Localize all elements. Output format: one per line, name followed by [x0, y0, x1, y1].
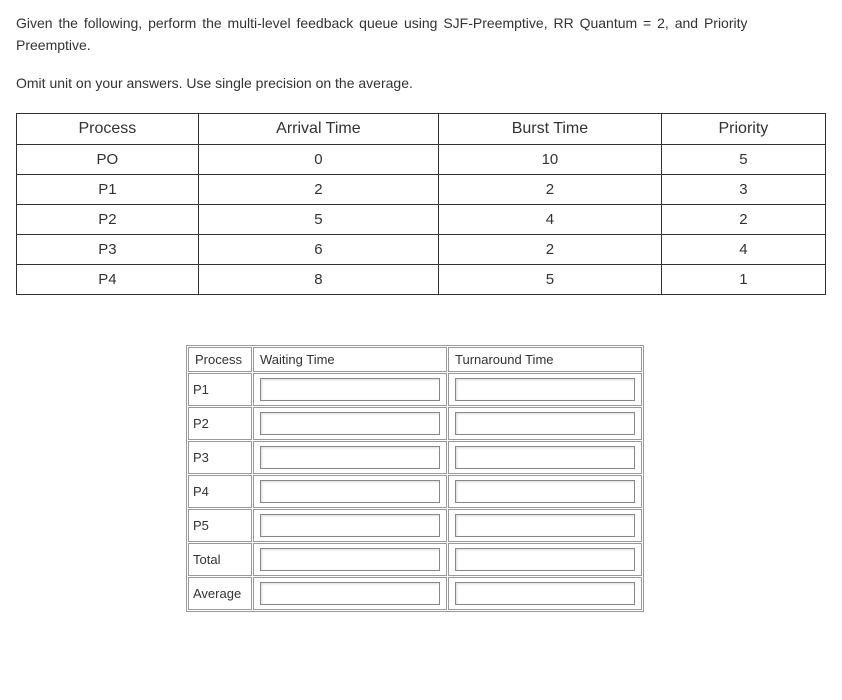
total-waiting-input[interactable] [260, 548, 440, 571]
header-arrival: Arrival Time [198, 113, 438, 144]
table-row: P2 5 4 2 [17, 204, 826, 234]
answer-label: P3 [188, 441, 252, 474]
table-row: P3 6 2 4 [17, 234, 826, 264]
p5-waiting-input[interactable] [260, 514, 440, 537]
cell-arrival: 2 [198, 174, 438, 204]
table-row: PO 0 10 5 [17, 144, 826, 174]
cell-burst: 10 [439, 144, 662, 174]
p1-turnaround-input[interactable] [455, 378, 635, 401]
cell-process: PO [17, 144, 199, 174]
answer-row: P3 [188, 441, 642, 474]
p3-waiting-input[interactable] [260, 446, 440, 469]
average-waiting-input[interactable] [260, 582, 440, 605]
cell-arrival: 8 [198, 264, 438, 294]
p5-turnaround-input[interactable] [455, 514, 635, 537]
cell-burst: 4 [439, 204, 662, 234]
answer-label: Average [188, 577, 252, 610]
answer-label: P5 [188, 509, 252, 542]
cell-arrival: 6 [198, 234, 438, 264]
answer-table: Process Waiting Time Turnaround Time P1 … [186, 345, 644, 612]
cell-priority: 1 [661, 264, 825, 294]
cell-process: P1 [17, 174, 199, 204]
cell-process: P4 [17, 264, 199, 294]
cell-priority: 2 [661, 204, 825, 234]
answer-header-waiting: Waiting Time [253, 347, 447, 372]
p4-waiting-input[interactable] [260, 480, 440, 503]
process-data-table: Process Arrival Time Burst Time Priority… [16, 113, 826, 295]
header-process: Process [17, 113, 199, 144]
cell-burst: 5 [439, 264, 662, 294]
cell-process: P3 [17, 234, 199, 264]
header-burst: Burst Time [439, 113, 662, 144]
answer-label: Total [188, 543, 252, 576]
header-priority: Priority [661, 113, 825, 144]
total-turnaround-input[interactable] [455, 548, 635, 571]
answer-row: P5 [188, 509, 642, 542]
average-turnaround-input[interactable] [455, 582, 635, 605]
answer-header-turnaround: Turnaround Time [448, 347, 642, 372]
answer-row: P1 [188, 373, 642, 406]
cell-priority: 5 [661, 144, 825, 174]
problem-statement: Given the following, perform the multi-l… [16, 12, 826, 57]
answer-label: P1 [188, 373, 252, 406]
cell-arrival: 0 [198, 144, 438, 174]
table-row: P1 2 2 3 [17, 174, 826, 204]
cell-process: P2 [17, 204, 199, 234]
p4-turnaround-input[interactable] [455, 480, 635, 503]
answer-row: P2 [188, 407, 642, 440]
cell-priority: 4 [661, 234, 825, 264]
cell-burst: 2 [439, 234, 662, 264]
problem-instruction: Omit unit on your answers. Use single pr… [16, 75, 826, 91]
answer-row: P4 [188, 475, 642, 508]
p2-waiting-input[interactable] [260, 412, 440, 435]
p1-waiting-input[interactable] [260, 378, 440, 401]
answer-header-process: Process [188, 347, 252, 372]
answer-label: P4 [188, 475, 252, 508]
cell-arrival: 5 [198, 204, 438, 234]
p3-turnaround-input[interactable] [455, 446, 635, 469]
cell-burst: 2 [439, 174, 662, 204]
answer-row: Average [188, 577, 642, 610]
answer-label: P2 [188, 407, 252, 440]
p2-turnaround-input[interactable] [455, 412, 635, 435]
table-row: P4 8 5 1 [17, 264, 826, 294]
answer-row: Total [188, 543, 642, 576]
cell-priority: 3 [661, 174, 825, 204]
